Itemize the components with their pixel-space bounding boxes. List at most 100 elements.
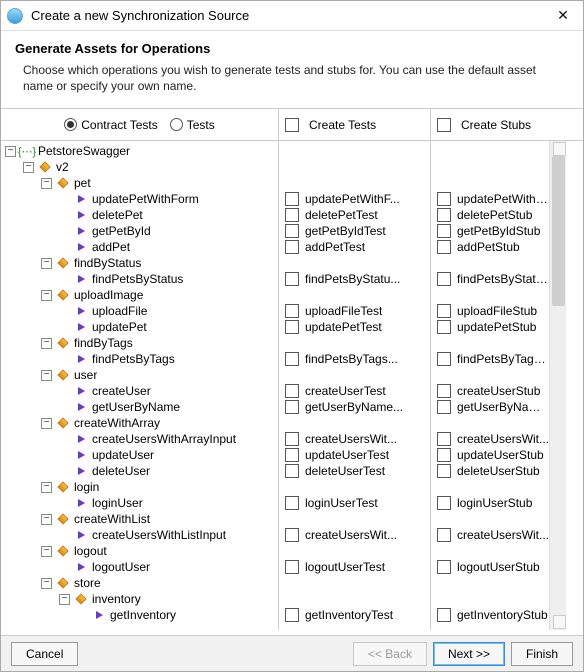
test-name[interactable]: addPetTest <box>305 240 365 254</box>
test-name[interactable]: logoutUserTest <box>305 560 385 574</box>
stub-name[interactable]: updateUserStub <box>457 448 544 462</box>
finish-button[interactable]: Finish <box>511 642 573 666</box>
tree-row[interactable]: findPetsByTags <box>1 351 278 367</box>
stub-name[interactable]: logoutUserStub <box>457 560 540 574</box>
stub-name[interactable]: updatePetStub <box>457 320 536 334</box>
tree-row[interactable]: logoutUser <box>1 559 278 575</box>
test-name[interactable]: deleteUserTest <box>305 464 385 478</box>
operations-tree[interactable]: −{⋯}PetstoreSwagger−v2−petupdatePetWithF… <box>1 141 279 630</box>
create-test-checkbox[interactable] <box>285 352 299 366</box>
create-stub-checkbox[interactable] <box>437 400 451 414</box>
expand-toggle-icon[interactable]: − <box>41 258 52 269</box>
test-name[interactable]: createUserTest <box>305 384 386 398</box>
test-name[interactable]: getInventoryTest <box>305 608 393 622</box>
create-stub-checkbox[interactable] <box>437 432 451 446</box>
vertical-scrollbar[interactable] <box>549 141 566 630</box>
stub-name[interactable]: getPetByIdStub <box>457 224 540 238</box>
create-test-checkbox[interactable] <box>285 400 299 414</box>
tree-row[interactable]: −findByStatus <box>1 255 278 271</box>
expand-toggle-icon[interactable]: − <box>41 338 52 349</box>
tree-row[interactable]: updatePetWithForm <box>1 191 278 207</box>
tree-row[interactable]: −store <box>1 575 278 591</box>
create-test-checkbox[interactable] <box>285 432 299 446</box>
create-test-checkbox[interactable] <box>285 448 299 462</box>
expand-toggle-icon[interactable]: − <box>41 578 52 589</box>
create-stub-checkbox[interactable] <box>437 192 451 206</box>
create-stub-checkbox[interactable] <box>437 272 451 286</box>
test-name[interactable]: updateUserTest <box>305 448 389 462</box>
stub-name[interactable]: uploadFileStub <box>457 304 537 318</box>
tree-row[interactable]: −uploadImage <box>1 287 278 303</box>
create-stubs-all-checkbox[interactable] <box>437 118 451 132</box>
tree-row[interactable]: getUserByName <box>1 399 278 415</box>
tree-row[interactable]: −login <box>1 479 278 495</box>
stub-name[interactable]: getInventoryStub <box>457 608 548 622</box>
cancel-button[interactable]: Cancel <box>11 642 78 666</box>
test-name[interactable]: getUserByName... <box>305 400 403 414</box>
expand-toggle-icon[interactable]: − <box>41 546 52 557</box>
create-stub-checkbox[interactable] <box>437 208 451 222</box>
create-stub-checkbox[interactable] <box>437 320 451 334</box>
create-test-checkbox[interactable] <box>285 272 299 286</box>
expand-toggle-icon[interactable]: − <box>59 594 70 605</box>
create-tests-all-checkbox[interactable] <box>285 118 299 132</box>
expand-toggle-icon[interactable]: − <box>41 370 52 381</box>
create-stub-checkbox[interactable] <box>437 352 451 366</box>
stub-name[interactable]: deletePetStub <box>457 208 532 222</box>
tree-row[interactable]: addPet <box>1 239 278 255</box>
create-stub-checkbox[interactable] <box>437 240 451 254</box>
tree-row[interactable]: getPetById <box>1 223 278 239</box>
create-test-checkbox[interactable] <box>285 608 299 622</box>
create-stub-checkbox[interactable] <box>437 528 451 542</box>
tree-row[interactable]: −createWithArray <box>1 415 278 431</box>
expand-toggle-icon[interactable]: − <box>41 178 52 189</box>
stub-name[interactable]: loginUserStub <box>457 496 532 510</box>
create-test-checkbox[interactable] <box>285 240 299 254</box>
create-test-checkbox[interactable] <box>285 192 299 206</box>
scrollbar-thumb[interactable] <box>552 156 565 306</box>
stub-name[interactable]: deleteUserStub <box>457 464 540 478</box>
test-name[interactable]: findPetsByTags... <box>305 352 398 366</box>
tree-row[interactable]: deletePet <box>1 207 278 223</box>
stub-name[interactable]: findPetsByTags... <box>457 352 549 366</box>
tree-row[interactable]: −pet <box>1 175 278 191</box>
test-name[interactable]: uploadFileTest <box>305 304 382 318</box>
create-stub-checkbox[interactable] <box>437 384 451 398</box>
tree-row[interactable]: deleteUser <box>1 463 278 479</box>
create-test-checkbox[interactable] <box>285 496 299 510</box>
create-test-checkbox[interactable] <box>285 320 299 334</box>
test-name[interactable]: deletePetTest <box>305 208 378 222</box>
tree-row[interactable]: −inventory <box>1 591 278 607</box>
tree-row[interactable]: loginUser <box>1 495 278 511</box>
tree-row[interactable]: −{⋯}PetstoreSwagger <box>1 143 278 159</box>
tree-row[interactable]: −findByTags <box>1 335 278 351</box>
stub-name[interactable]: getUserByName... <box>457 400 549 414</box>
create-stub-checkbox[interactable] <box>437 560 451 574</box>
tree-row[interactable]: updatePet <box>1 319 278 335</box>
tree-row[interactable]: uploadFile <box>1 303 278 319</box>
create-stub-checkbox[interactable] <box>437 448 451 462</box>
test-name[interactable]: updatePetTest <box>305 320 382 334</box>
tree-row[interactable]: −v2 <box>1 159 278 175</box>
expand-toggle-icon[interactable]: − <box>5 146 16 157</box>
create-test-checkbox[interactable] <box>285 304 299 318</box>
test-name[interactable]: updatePetWithF... <box>305 192 400 206</box>
radio-tests[interactable]: Tests <box>170 118 215 132</box>
stub-name[interactable]: createUsersWit... <box>457 528 549 542</box>
create-stub-checkbox[interactable] <box>437 496 451 510</box>
create-stub-checkbox[interactable] <box>437 224 451 238</box>
create-test-checkbox[interactable] <box>285 208 299 222</box>
expand-toggle-icon[interactable]: − <box>41 290 52 301</box>
stub-name[interactable]: createUserStub <box>457 384 540 398</box>
stub-name[interactable]: addPetStub <box>457 240 520 254</box>
test-name[interactable]: createUsersWit... <box>305 528 397 542</box>
create-test-checkbox[interactable] <box>285 528 299 542</box>
tree-row[interactable]: createUsersWithArrayInput <box>1 431 278 447</box>
tree-row[interactable]: createUsersWithListInput <box>1 527 278 543</box>
create-test-checkbox[interactable] <box>285 384 299 398</box>
expand-toggle-icon[interactable]: − <box>23 162 34 173</box>
expand-toggle-icon[interactable]: − <box>41 482 52 493</box>
close-button[interactable]: ✕ <box>549 6 577 26</box>
expand-toggle-icon[interactable]: − <box>41 514 52 525</box>
test-name[interactable]: loginUserTest <box>305 496 378 510</box>
